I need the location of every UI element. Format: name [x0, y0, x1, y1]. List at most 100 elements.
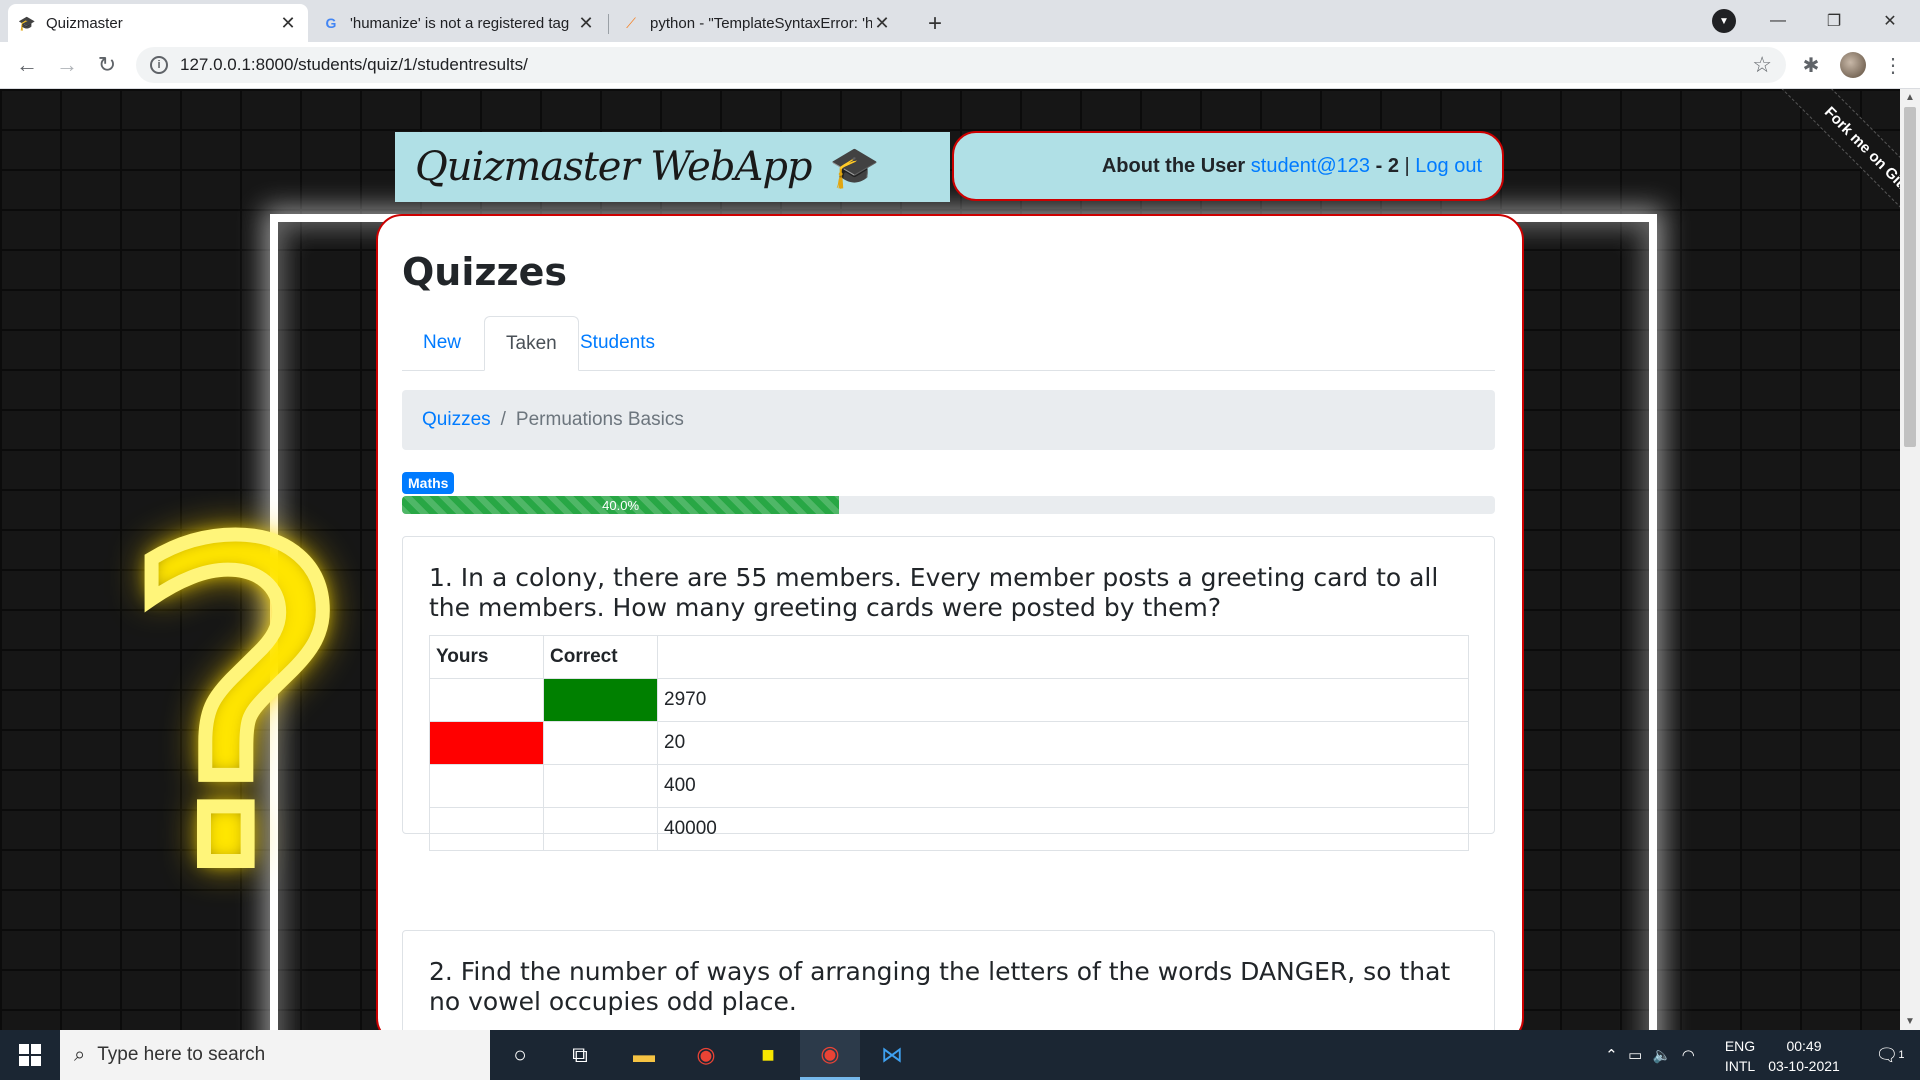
column-header-yours: Yours [429, 635, 544, 679]
answer-row: 20 [429, 721, 1469, 765]
stackoverflow-icon: ⟋ [626, 14, 636, 31]
close-tab-icon[interactable]: ✕ [278, 13, 298, 34]
extensions-puzzle-icon[interactable]: ✱ [1798, 52, 1824, 78]
site-info-icon[interactable]: i [150, 56, 168, 74]
wifi-icon[interactable]: ◠ [1682, 1046, 1695, 1064]
answer-row: 40000 [429, 807, 1469, 851]
site-brand[interactable]: Quizmaster WebApp 🎓 [395, 132, 950, 202]
graduation-cap-icon: 🎓 [829, 145, 880, 190]
score-separator: - [1370, 154, 1388, 177]
graduation-cap-icon: 🎓 [18, 14, 36, 31]
breadcrumb-current: Permuations Basics [515, 409, 684, 430]
answer-text: 400 [657, 764, 1469, 808]
forward-icon[interactable]: → [52, 50, 82, 80]
tab-new[interactable]: New [402, 316, 482, 370]
close-tab-icon[interactable]: ✕ [576, 13, 596, 34]
cortana-icon[interactable]: ○ [490, 1030, 550, 1080]
task-view-icon[interactable]: ⧉ [550, 1030, 610, 1080]
page-title: Quizzes [402, 250, 568, 294]
profile-avatar[interactable] [1840, 52, 1866, 78]
tab-stackoverflow[interactable]: ⟋ python - "TemplateSyntaxError: 'h ✕ [612, 4, 902, 42]
close-tab-icon[interactable]: ✕ [872, 13, 892, 34]
fork-me-ribbon[interactable]: Fork me on GitHub [1770, 89, 1900, 262]
scroll-up-arrow-icon[interactable]: ▲ [1905, 92, 1915, 103]
question-card: 2. Find the number of ways of arranging … [402, 930, 1495, 1030]
subject-badge: Maths [402, 472, 455, 494]
user-info-bar: About the User student@123 - 2 | Log out [952, 131, 1504, 201]
system-clock[interactable]: 00:49 03-10-2021 [1764, 1036, 1844, 1076]
progress-fill: 40.0% [402, 496, 840, 514]
chrome-active-icon[interactable]: ◉ [800, 1030, 860, 1080]
windows-start-icon[interactable] [0, 1030, 60, 1080]
pipe-separator: | [1398, 154, 1416, 177]
question-text: 1. In a colony, there are 55 members. Ev… [429, 563, 1439, 622]
browser-tab-strip: 🎓 Quizmaster ✕ G 'humanize' is not a reg… [0, 0, 1920, 42]
chrome-icon[interactable]: ◉ [676, 1030, 736, 1080]
minimize-icon[interactable]: — [1750, 0, 1806, 42]
logout-link[interactable]: Log out [1415, 155, 1482, 178]
taskbar-search-box[interactable]: ⌕ Type here to search [60, 1030, 490, 1080]
answer-row: 2970 [429, 678, 1469, 722]
answer-row: 400 [429, 764, 1469, 808]
tab-students[interactable]: Students [559, 316, 676, 370]
tab-search-icon[interactable]: ▼ [1712, 9, 1736, 33]
battery-icon[interactable]: ▭ [1628, 1046, 1642, 1064]
windows-taskbar: ⌕ Type here to search ○ ⧉ ▬ ◉ ■ ◉ ⋈ ⌃ ▭ … [0, 1030, 1920, 1080]
tab-title: Quizmaster [46, 14, 123, 32]
scrollbar-thumb[interactable] [1904, 107, 1916, 447]
main-card: Quizzes New Taken Students Quizzes / Per… [376, 214, 1524, 1030]
back-icon[interactable]: ← [12, 50, 42, 80]
file-explorer-icon[interactable]: ▬ [614, 1030, 674, 1080]
input-language[interactable]: ENG INTL [1718, 1036, 1762, 1076]
score-progress-bar: 40.0% [402, 496, 1495, 514]
close-window-icon[interactable]: ✕ [1862, 0, 1918, 42]
search-placeholder: Type here to search [97, 1044, 266, 1065]
page-viewport: ? Fork me on GitHub Quizmaster WebApp 🎓 … [0, 89, 1900, 1030]
tab-title: python - "TemplateSyntaxError: 'h [650, 14, 872, 32]
answers-table: Yours Correct 2970 20 400 40000 [429, 635, 1469, 851]
tab-divider [608, 14, 609, 34]
restore-icon[interactable]: ❐ [1806, 0, 1862, 42]
answer-text: 40000 [657, 807, 1469, 851]
column-header-answer [657, 635, 1469, 679]
tab-google-search[interactable]: G 'humanize' is not a registered tag ✕ [312, 4, 606, 42]
browser-menu-icon[interactable]: ⋮ [1880, 52, 1906, 78]
keyboard-layout: INTL [1724, 1058, 1756, 1074]
answers-header-row: Yours Correct [429, 635, 1469, 679]
correct-answer-marker [543, 764, 658, 808]
breadcrumb: Quizzes / Permuations Basics [402, 390, 1495, 450]
show-hidden-icons-icon[interactable]: ⌃ [1605, 1046, 1618, 1064]
system-tray: ⌃ ▭ 🔈 ◠ [1600, 1030, 1700, 1080]
tab-quizmaster[interactable]: 🎓 Quizmaster ✕ [8, 4, 308, 42]
user-info-label: About the User [1101, 154, 1246, 177]
sticky-notes-icon[interactable]: ■ [738, 1030, 798, 1080]
browser-toolbar: ← → ↻ i 127.0.0.1:8000/students/quiz/1/s… [0, 42, 1920, 89]
breadcrumb-quizzes-link[interactable]: Quizzes [422, 409, 491, 431]
vscode-icon[interactable]: ⋈ [862, 1030, 922, 1080]
scroll-down-arrow-icon[interactable]: ▼ [1905, 1016, 1915, 1027]
reload-icon[interactable]: ↻ [92, 50, 122, 80]
your-answer-marker [429, 807, 544, 851]
clock-time: 00:49 [1786, 1038, 1822, 1054]
brand-title: Quizmaster WebApp [415, 144, 813, 190]
user-score: 2 [1387, 154, 1399, 177]
clock-date: 03-10-2021 [1768, 1058, 1840, 1074]
new-tab-button[interactable]: + [920, 9, 950, 39]
page-scrollbar[interactable]: ▲ ▼ [1900, 89, 1920, 1030]
your-answer-marker [429, 764, 544, 808]
bookmark-star-icon[interactable]: ☆ [1752, 52, 1772, 78]
language-code: ENG [1724, 1038, 1756, 1054]
notification-center-icon[interactable]: 🗨 1 [1860, 1030, 1920, 1080]
address-bar[interactable]: i 127.0.0.1:8000/students/quiz/1/student… [136, 47, 1786, 83]
notification-count: 1 [1898, 1049, 1905, 1061]
your-answer-marker [429, 721, 544, 765]
question-text: 2. Find the number of ways of arranging … [429, 957, 1451, 1016]
correct-answer-marker [543, 721, 658, 765]
username-link[interactable]: student@123 [1251, 155, 1370, 178]
correct-answer-marker [543, 678, 658, 722]
volume-icon[interactable]: 🔈 [1653, 1046, 1672, 1064]
answer-text: 2970 [657, 678, 1469, 722]
quiz-nav-tabs: New Taken Students [402, 316, 1495, 371]
url-text: 127.0.0.1:8000/students/quiz/1/studentre… [180, 55, 528, 74]
breadcrumb-separator: / [500, 409, 506, 430]
